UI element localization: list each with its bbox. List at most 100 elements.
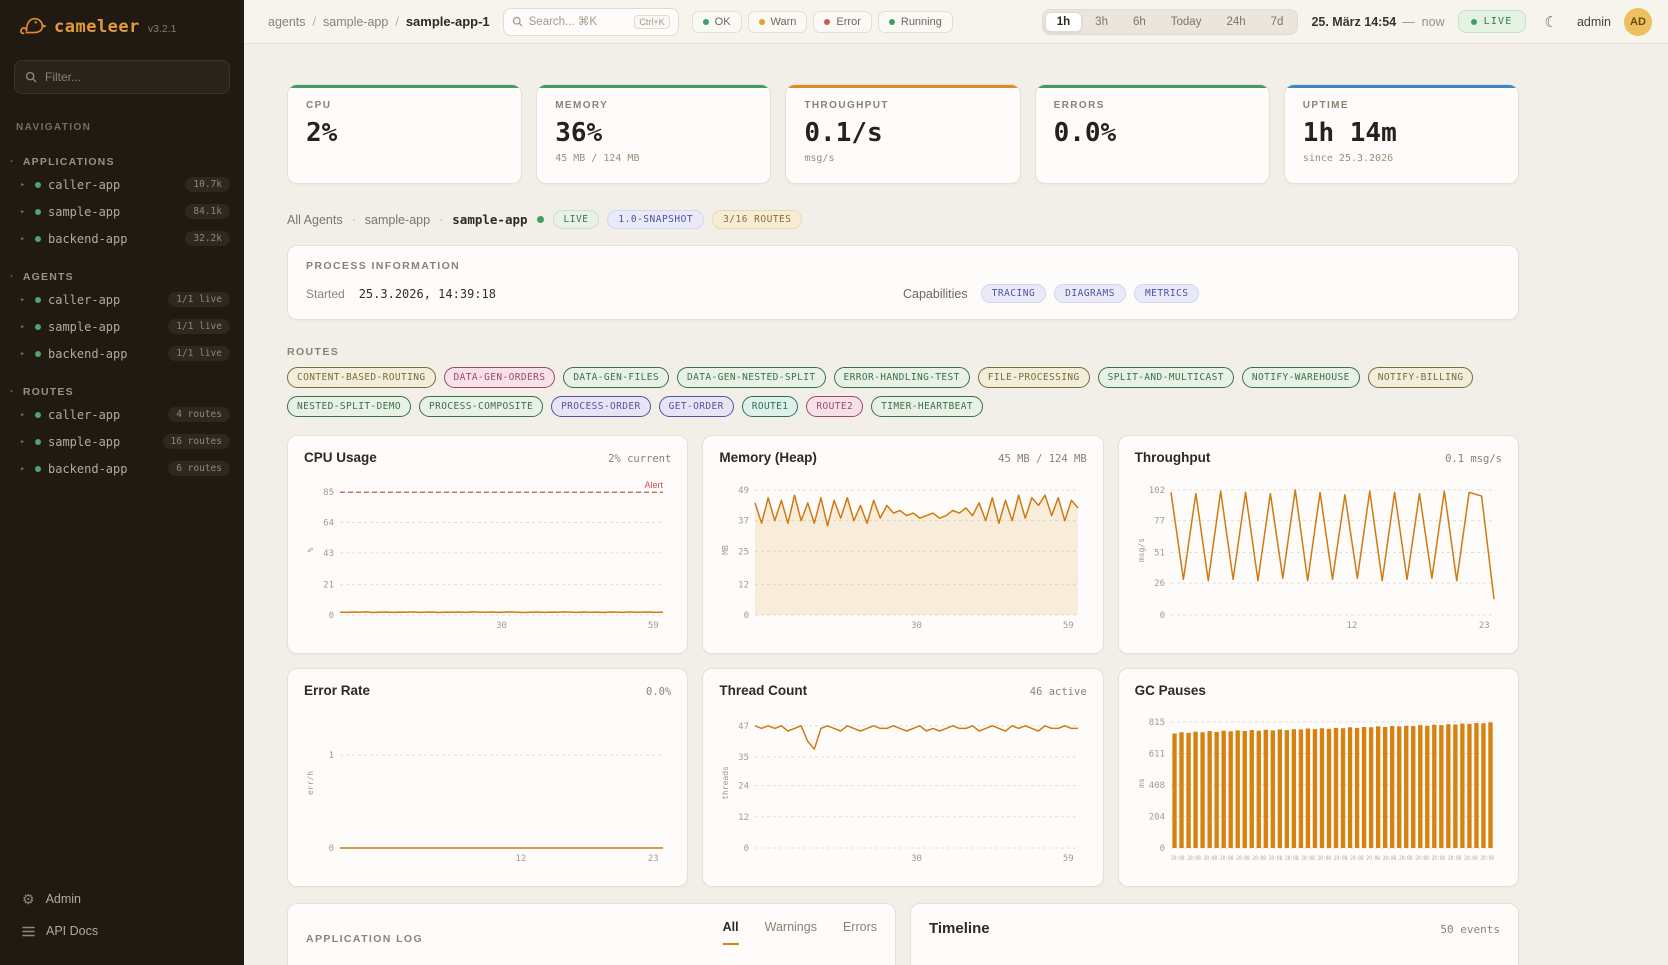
sidebar-filter[interactable] bbox=[14, 60, 230, 94]
range-button-3h[interactable]: 3h bbox=[1083, 12, 1120, 32]
sidebar-item-routes-caller-app[interactable]: ▸ caller-app 4 routes bbox=[0, 401, 244, 428]
svg-text:25: 25 bbox=[738, 547, 749, 557]
route-chip-notify-warehouse[interactable]: NOTIFY-WAREHOUSE bbox=[1242, 367, 1360, 388]
status-filter-running[interactable]: Running bbox=[878, 11, 953, 33]
range-button-24h[interactable]: 24h bbox=[1214, 12, 1257, 32]
sidebar-group-applications[interactable]: ·APPLICATIONS bbox=[0, 153, 244, 171]
agent-badge-3-16-routes: 3/16 ROUTES bbox=[712, 210, 802, 229]
status-dot bbox=[889, 19, 895, 25]
sidebar-item-applications-caller-app[interactable]: ▸ caller-app 10.7k bbox=[0, 171, 244, 198]
status-dot bbox=[759, 19, 765, 25]
breadcrumb-current: sample-app-1 bbox=[406, 14, 490, 29]
sidebar-item-applications-backend-app[interactable]: ▸ backend-app 32.2k bbox=[0, 225, 244, 252]
stat-label: CPU bbox=[306, 100, 503, 111]
route-chip-data-gen-nested-split[interactable]: DATA-GEN-NESTED-SPLIT bbox=[677, 367, 826, 388]
stat-card-uptime: UPTIME 1h 14m since 25.3.2026 bbox=[1284, 84, 1519, 184]
stat-accent-bar bbox=[1036, 85, 1269, 88]
route-chip-route1[interactable]: ROUTE1 bbox=[742, 396, 799, 417]
svg-text:20:08 20:08 20:08 20:08 20:08: 20:08 20:08 20:08 20:08 20:08 20:08 20:0… bbox=[1171, 854, 1494, 862]
sidebar-item-routes-sample-app[interactable]: ▸ sample-app 16 routes bbox=[0, 428, 244, 455]
time-range-group: 1h3h6hToday24h7d bbox=[1042, 9, 1299, 35]
range-button-today[interactable]: Today bbox=[1159, 12, 1214, 32]
status-filter-error[interactable]: Error bbox=[813, 11, 871, 33]
svg-text:30: 30 bbox=[911, 621, 922, 631]
svg-text:59: 59 bbox=[648, 621, 659, 631]
app-name: cameleer bbox=[54, 17, 140, 37]
route-chip-route2[interactable]: ROUTE2 bbox=[806, 396, 863, 417]
svg-text:0: 0 bbox=[329, 611, 334, 621]
stat-label: MEMORY bbox=[555, 100, 752, 111]
sidebar-filter-input[interactable] bbox=[45, 70, 195, 84]
range-button-7d[interactable]: 7d bbox=[1259, 12, 1296, 32]
route-chip-process-order[interactable]: PROCESS-ORDER bbox=[551, 396, 651, 417]
log-tabs: All Warnings Errors bbox=[723, 920, 877, 945]
svg-text:0: 0 bbox=[744, 611, 749, 621]
process-info-title: PROCESS INFORMATION bbox=[306, 260, 1500, 272]
route-chip-notify-billing[interactable]: NOTIFY-BILLING bbox=[1368, 367, 1474, 388]
global-search[interactable]: Ctrl+K bbox=[503, 8, 679, 36]
list-icon bbox=[22, 926, 35, 937]
svg-text:51: 51 bbox=[1154, 548, 1165, 558]
search-input[interactable] bbox=[529, 16, 629, 28]
sidebar-group-agents[interactable]: ·AGENTS bbox=[0, 268, 244, 286]
sidebar-item-agents-sample-app[interactable]: ▸ sample-app 1/1 live bbox=[0, 313, 244, 340]
agentbar-all-agents[interactable]: All Agents bbox=[287, 213, 343, 227]
chart-plot: 0204408611815ms20:08 20:08 20:08 20:08 2… bbox=[1135, 706, 1502, 864]
main-area: agents / sample-app / sample-app-1 Ctrl+… bbox=[244, 0, 1668, 965]
dark-mode-toggle[interactable]: ☾ bbox=[1539, 9, 1564, 35]
route-chip-content-based-routing[interactable]: CONTENT-BASED-ROUTING bbox=[287, 367, 436, 388]
sidebar-item-agents-backend-app[interactable]: ▸ backend-app 1/1 live bbox=[0, 340, 244, 367]
stat-value: 36% bbox=[555, 118, 752, 148]
route-chip-nested-split-demo[interactable]: NESTED-SPLIT-DEMO bbox=[287, 396, 411, 417]
bullet-icon: · bbox=[10, 386, 15, 398]
breadcrumb-agents[interactable]: agents bbox=[268, 15, 306, 29]
nav-section-label: NAVIGATION bbox=[16, 122, 228, 133]
route-chip-timer-heartbeat[interactable]: TIMER-HEARTBEAT bbox=[871, 396, 983, 417]
avatar[interactable]: AD bbox=[1624, 8, 1652, 36]
route-chip-data-gen-orders[interactable]: DATA-GEN-ORDERS bbox=[444, 367, 556, 388]
bullet-icon: · bbox=[10, 271, 15, 283]
route-chip-get-order[interactable]: GET-ORDER bbox=[659, 396, 734, 417]
started-value: 25.3.2026, 14:39:18 bbox=[359, 287, 496, 301]
status-filter-warn[interactable]: Warn bbox=[748, 11, 808, 33]
routes-section-title: ROUTES bbox=[287, 346, 1519, 358]
route-chip-process-composite[interactable]: PROCESS-COMPOSITE bbox=[419, 396, 543, 417]
chart-title: Thread Count bbox=[719, 683, 807, 698]
route-chip-file-processing[interactable]: FILE-PROCESSING bbox=[978, 367, 1090, 388]
topbar: agents / sample-app / sample-app-1 Ctrl+… bbox=[244, 0, 1668, 44]
sidebar-item-agents-caller-app[interactable]: ▸ caller-app 1/1 live bbox=[0, 286, 244, 313]
sidebar-item-api-docs[interactable]: API Docs bbox=[12, 917, 232, 945]
capabilities-label: Capabilities bbox=[903, 287, 968, 301]
svg-text:408: 408 bbox=[1148, 781, 1164, 791]
svg-text:err/h: err/h bbox=[306, 771, 315, 795]
live-label: LIVE bbox=[1484, 16, 1513, 27]
stat-accent-bar bbox=[786, 85, 1019, 88]
agentbar-current[interactable]: sample-app bbox=[452, 212, 527, 227]
route-chip-split-and-multicast[interactable]: SPLIT-AND-MULTICAST bbox=[1098, 367, 1234, 388]
datetime-display[interactable]: 25. März 14:54— now bbox=[1311, 15, 1444, 29]
bottom-grid: APPLICATION LOG AllWarningsErrors Timeli… bbox=[287, 903, 1519, 965]
sidebar-item-routes-backend-app[interactable]: ▸ backend-app 6 routes bbox=[0, 455, 244, 482]
sidebar-footer-label: API Docs bbox=[46, 924, 98, 938]
app-logo[interactable]: cameleer v3.2.1 bbox=[0, 0, 244, 54]
range-button-6h[interactable]: 6h bbox=[1121, 12, 1158, 32]
agentbar-sample-app[interactable]: sample-app bbox=[365, 213, 430, 227]
sidebar-item-applications-sample-app[interactable]: ▸ sample-app 84.1k bbox=[0, 198, 244, 225]
log-tab-all[interactable]: All bbox=[723, 920, 739, 945]
range-button-1h[interactable]: 1h bbox=[1045, 12, 1082, 32]
agent-live-dot bbox=[537, 216, 544, 223]
log-tab-errors[interactable]: Errors bbox=[843, 920, 877, 945]
sidebar-item-admin[interactable]: ⚙ Admin bbox=[12, 885, 232, 913]
route-chip-error-handling-test[interactable]: ERROR-HANDLING-TEST bbox=[834, 367, 970, 388]
breadcrumb-sample-app[interactable]: sample-app bbox=[323, 15, 388, 29]
status-filter-ok[interactable]: OK bbox=[692, 11, 742, 33]
count-badge: 6 routes bbox=[168, 461, 230, 476]
log-tab-warnings[interactable]: Warnings bbox=[765, 920, 817, 945]
sidebar-groups: ·APPLICATIONS ▸ caller-app 10.7k ▸ sampl… bbox=[0, 137, 244, 482]
route-chip-data-gen-files[interactable]: DATA-GEN-FILES bbox=[563, 367, 669, 388]
chart-current-value: 2% current bbox=[608, 453, 671, 465]
sidebar-group-routes[interactable]: ·ROUTES bbox=[0, 383, 244, 401]
cameleer-logo-icon bbox=[18, 15, 46, 39]
process-information-card: PROCESS INFORMATION Started 25.3.2026, 1… bbox=[287, 245, 1519, 320]
live-indicator[interactable]: LIVE bbox=[1458, 10, 1526, 33]
